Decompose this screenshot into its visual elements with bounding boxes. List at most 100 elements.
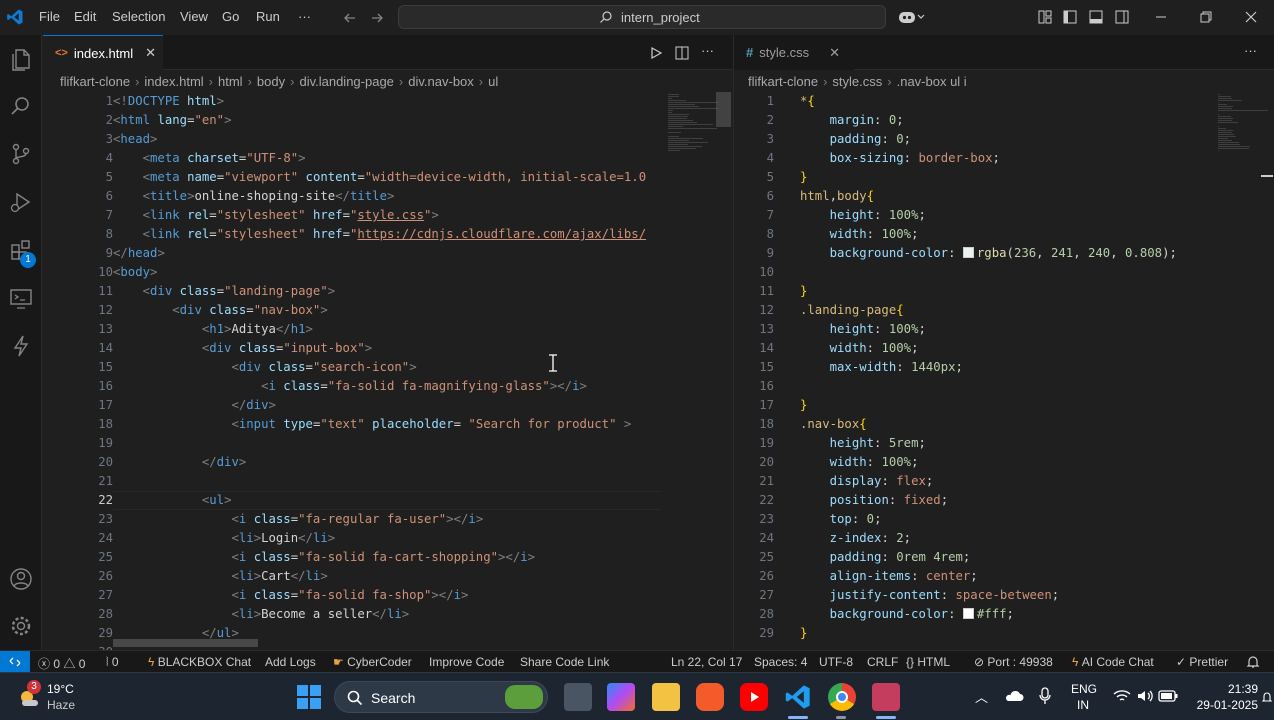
code-line[interactable]: <i class="fa-solid fa-shop"></i> <box>113 586 661 605</box>
code-line[interactable]: height: 5rem; <box>800 434 1210 453</box>
improve-code-button[interactable]: Improve Code <box>429 655 504 669</box>
code-line[interactable]: padding: 0; <box>800 130 1210 149</box>
code-line[interactable] <box>113 472 661 491</box>
share-code-link-button[interactable]: Share Code Link <box>520 655 609 669</box>
code-line[interactable]: } <box>800 624 1210 643</box>
code-line[interactable]: background-color: #fff; <box>800 605 1210 624</box>
code-line[interactable]: width: 100%; <box>800 339 1210 358</box>
code-line[interactable]: height: 100%; <box>800 320 1210 339</box>
file-explorer-icon[interactable] <box>652 683 680 711</box>
cursor-position[interactable]: Ln 22, Col 17 <box>671 655 742 669</box>
toggle-panel-icon[interactable] <box>1089 10 1103 24</box>
more-actions-icon[interactable]: ··· <box>701 43 714 58</box>
code-line[interactable]: <meta name="viewport" content="width=dev… <box>113 168 661 187</box>
customize-layout-icon[interactable] <box>1038 10 1052 24</box>
brave-browser-icon[interactable] <box>696 683 724 711</box>
notifications-bell-icon[interactable] <box>1246 655 1260 669</box>
taskbar-search[interactable]: Search <box>334 681 548 713</box>
code-line[interactable]: <i class="fa-solid fa-magnifying-glass">… <box>113 377 661 396</box>
toggle-primary-sidebar-icon[interactable] <box>1063 10 1077 24</box>
menu-selection[interactable]: Selection <box>112 9 165 24</box>
code-line[interactable]: <h1>Aditya</h1> <box>113 320 661 339</box>
run-file-icon[interactable] <box>649 46 663 60</box>
end-of-line[interactable]: CRLF <box>867 655 898 669</box>
back-arrow-icon[interactable] <box>343 11 357 25</box>
code-line[interactable]: <div class="search-icon"> <box>113 358 661 377</box>
youtube-icon[interactable] <box>740 683 768 711</box>
menu-run[interactable]: Run <box>256 9 280 24</box>
search-view-icon[interactable] <box>7 92 35 120</box>
code-line[interactable]: width: 100%; <box>800 453 1210 472</box>
menu-file[interactable]: File <box>39 9 60 24</box>
code-line[interactable]: <meta charset="UTF-8"> <box>113 149 661 168</box>
code-line[interactable]: max-width: 1440px; <box>800 358 1210 377</box>
code-line[interactable] <box>800 263 1210 282</box>
code-line[interactable]: html,body{ <box>800 187 1210 206</box>
cybercoder-button[interactable]: ☛ CyberCoder <box>333 655 412 669</box>
language-bottom[interactable]: IN <box>1077 698 1089 712</box>
code-line[interactable]: <div class="landing-page"> <box>113 282 661 301</box>
code-line[interactable]: <title>online-shoping-site</title> <box>113 187 661 206</box>
onedrive-cloud-icon[interactable] <box>1004 689 1024 703</box>
code-line[interactable]: <link rel="stylesheet" href="style.css"> <box>113 206 661 225</box>
breadcrumb-item[interactable]: html <box>218 74 243 89</box>
breadcrumb-item[interactable]: body <box>257 74 285 89</box>
language-top[interactable]: ENG <box>1071 682 1097 696</box>
breadcrumb-item[interactable]: style.css <box>832 74 882 89</box>
chrome-icon[interactable] <box>828 683 856 711</box>
tab-style-css[interactable]: # style.css ✕ <box>734 35 854 70</box>
problems-indicator[interactable]: ⓧ 0 △ 0 <box>38 655 85 672</box>
code-line[interactable]: background-color: rgba(236, 241, 240, 0.… <box>800 244 1210 263</box>
show-hidden-icons-icon[interactable]: ︿ <box>975 687 988 706</box>
code-line[interactable]: <ul> <box>113 491 661 510</box>
code-line[interactable]: <div class="nav-box"> <box>113 301 661 320</box>
minimap-left[interactable] <box>666 92 726 648</box>
code-editor-html[interactable]: <!DOCTYPE html> <html lang="en"> <head> <m… <box>113 92 661 662</box>
breadcrumb-item[interactable]: div.landing-page <box>299 74 393 89</box>
code-line[interactable]: <div class="input-box"> <box>113 339 661 358</box>
close-tab-icon[interactable]: ✕ <box>829 45 840 61</box>
command-center-search[interactable]: intern_project <box>398 5 886 29</box>
run-debug-icon[interactable] <box>7 188 35 216</box>
tab-index-html[interactable]: <> index.html ✕ <box>43 35 163 70</box>
code-line[interactable]: } <box>800 282 1210 301</box>
notification-bell-icon[interactable] <box>1262 690 1272 704</box>
lightning-extension-icon[interactable] <box>7 332 35 360</box>
code-editor-css[interactable]: *{ margin: 0; padding: 0; box-sizing: bo… <box>800 92 1210 643</box>
explorer-icon[interactable] <box>7 45 35 73</box>
code-line[interactable]: .nav-box{ <box>800 415 1210 434</box>
code-line[interactable]: box-sizing: border-box; <box>800 149 1210 168</box>
windows-start-icon[interactable] <box>296 684 322 710</box>
code-line[interactable]: <body> <box>113 263 661 282</box>
code-line[interactable] <box>113 434 661 453</box>
breadcrumb-item[interactable]: div.nav-box <box>408 74 474 89</box>
copilot-app-icon[interactable] <box>607 683 635 711</box>
code-line[interactable]: width: 100%; <box>800 225 1210 244</box>
battery-icon[interactable] <box>1158 689 1178 703</box>
code-line[interactable]: <html lang="en"> <box>113 111 661 130</box>
code-line[interactable]: <li>Login</li> <box>113 529 661 548</box>
code-line[interactable]: <input type="text" placeholder= "Search … <box>113 415 661 434</box>
breadcrumb-item[interactable]: ul <box>488 74 498 89</box>
code-line[interactable]: top: 0; <box>800 510 1210 529</box>
menu-edit[interactable]: Edit <box>74 9 96 24</box>
toggle-secondary-sidebar-icon[interactable] <box>1115 10 1129 24</box>
code-line[interactable]: <link rel="stylesheet" href="https://cdn… <box>113 225 661 244</box>
encoding[interactable]: UTF-8 <box>819 655 853 669</box>
menu-go[interactable]: Go <box>222 9 239 24</box>
breadcrumb-item[interactable]: flifkart-clone <box>60 74 130 89</box>
wifi-icon[interactable] <box>1113 688 1131 704</box>
menu-more[interactable]: ··· <box>298 9 311 24</box>
code-line[interactable]: z-index: 2; <box>800 529 1210 548</box>
code-line[interactable]: height: 100%; <box>800 206 1210 225</box>
microphone-icon[interactable] <box>1039 687 1051 705</box>
code-line[interactable]: </div> <box>113 396 661 415</box>
close-window-icon[interactable] <box>1245 11 1257 23</box>
code-line[interactable] <box>800 377 1210 396</box>
code-line[interactable]: <li>Cart</li> <box>113 567 661 586</box>
remote-explorer-icon[interactable] <box>7 284 35 312</box>
code-line[interactable]: <i class="fa-regular fa-user"></i> <box>113 510 661 529</box>
close-tab-icon[interactable]: ✕ <box>145 45 156 61</box>
color-swatch[interactable] <box>962 247 974 258</box>
code-line[interactable]: justify-content: space-between; <box>800 586 1210 605</box>
